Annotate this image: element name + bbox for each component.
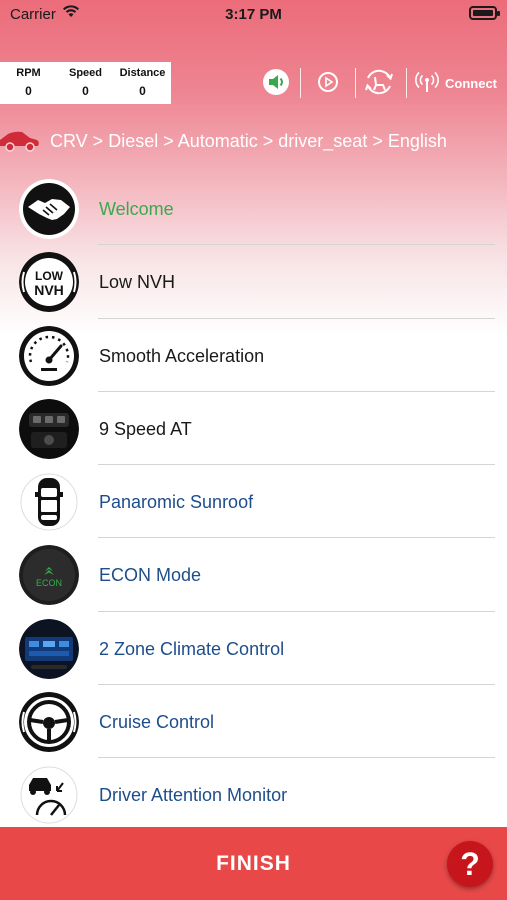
- speedometer-icon: [19, 325, 79, 386]
- feature-label: Panaromic Sunroof: [99, 492, 254, 513]
- gear-shifter-icon: [19, 398, 79, 459]
- speed-stat: Speed 0: [57, 67, 114, 104]
- feature-thumbnail: [19, 472, 79, 533]
- distance-stat: Distance 0: [114, 67, 171, 104]
- help-question-icon: ?: [460, 846, 480, 882]
- wireless-signal-icon[interactable]: [411, 66, 443, 98]
- feature-thumbnail: ECON: [19, 545, 79, 606]
- list-item-econ-mode[interactable]: ECON ECON Mode: [0, 538, 507, 612]
- rpm-label: RPM: [16, 67, 41, 79]
- svg-text:LOW: LOW: [35, 269, 64, 283]
- breadcrumb[interactable]: CRV > Diesel > Automatic > driver_seat >…: [50, 131, 447, 152]
- rotate-seat-icon[interactable]: [363, 66, 395, 98]
- feature-list: Welcome LOW NVH Low NVH Smooth Accelerat…: [0, 172, 507, 832]
- driver-attention-icon: [19, 765, 79, 826]
- list-item-panaromic-sunroof[interactable]: Panaromic Sunroof: [0, 465, 507, 539]
- feature-thumbnail: [19, 618, 79, 679]
- play-icon[interactable]: [312, 66, 344, 98]
- feature-label: Low NVH: [99, 272, 176, 293]
- car-top-view-icon: [19, 472, 79, 533]
- toolbar-divider: [300, 68, 301, 98]
- speed-value: 0: [82, 84, 89, 98]
- feature-thumbnail: [19, 398, 79, 459]
- toolbar-divider: [355, 68, 356, 98]
- climate-display-icon: [19, 618, 79, 679]
- battery-icon: [469, 6, 500, 20]
- distance-value: 0: [139, 84, 146, 98]
- list-item-low-nvh[interactable]: LOW NVH Low NVH: [0, 245, 507, 319]
- feature-label: Cruise Control: [99, 712, 215, 733]
- speed-label: Speed: [68, 67, 102, 79]
- low-nvh-icon: LOW NVH: [19, 252, 79, 313]
- rpm-value: 0: [25, 84, 32, 98]
- feature-label: 2 Zone Climate Control: [99, 638, 285, 659]
- toolbar: Connect: [255, 62, 507, 104]
- steering-wheel-icon: [19, 692, 79, 753]
- feature-label: Driver Attention Monitor: [99, 785, 288, 806]
- feature-label: Smooth Acceleration: [99, 345, 265, 366]
- list-item-welcome[interactable]: Welcome: [0, 172, 507, 246]
- feature-thumbnail: [19, 765, 79, 826]
- svg-text:NVH: NVH: [34, 282, 64, 298]
- finish-label: FINISH: [216, 852, 291, 875]
- toolbar-divider: [406, 68, 407, 98]
- econ-text: ECON: [36, 578, 62, 588]
- telemetry-panel: RPM 0 Speed 0 Distance 0: [0, 62, 171, 104]
- feature-thumbnail: [19, 692, 79, 753]
- list-item-2-zone-climate-control[interactable]: 2 Zone Climate Control: [0, 612, 507, 686]
- list-item-cruise-control[interactable]: Cruise Control: [0, 685, 507, 759]
- list-item-driver-attention-monitor[interactable]: Driver Attention Monitor: [0, 758, 507, 831]
- feature-label: ECON Mode: [99, 565, 202, 586]
- econ-icon: ECON: [19, 545, 79, 606]
- feature-label: Welcome: [99, 199, 174, 219]
- feature-thumbnail: [19, 325, 79, 386]
- feature-thumbnail: LOW NVH: [19, 252, 79, 313]
- connect-button[interactable]: Connect: [445, 76, 497, 91]
- feature-label: 9 Speed AT: [99, 418, 192, 439]
- distance-label: Distance: [119, 67, 166, 79]
- status-time: 3:17 PM: [225, 6, 282, 23]
- status-bar: Carrier 3:17 PM: [0, 0, 507, 28]
- list-item-9-speed-at[interactable]: 9 Speed AT: [0, 392, 507, 466]
- feature-thumbnail: [19, 179, 79, 239]
- breadcrumb-row: CRV > Diesel > Automatic > driver_seat >…: [0, 122, 507, 162]
- car-icon: [0, 131, 39, 152]
- speaker-icon[interactable]: [260, 66, 292, 98]
- help-button[interactable]: ?: [447, 841, 493, 887]
- rpm-stat: RPM 0: [0, 67, 57, 104]
- list-item-smooth-acceleration[interactable]: Smooth Acceleration: [0, 319, 507, 392]
- finish-button[interactable]: FINISH: [0, 827, 507, 900]
- handshake-icon: [19, 179, 79, 239]
